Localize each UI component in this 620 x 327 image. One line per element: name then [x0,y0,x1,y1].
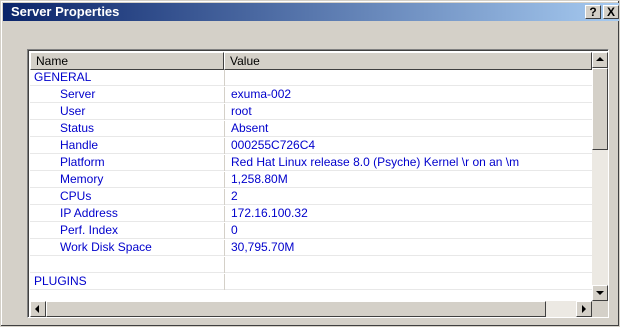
property-name: Server [60,87,96,101]
property-name: Perf. Index [60,223,119,237]
property-name: CPUs [60,189,92,203]
property-value: 30,795.70M [224,240,592,256]
window-title: Server Properties [11,4,120,19]
table-row[interactable]: Memory 1,258.80M [30,172,592,188]
table-row[interactable]: Work Disk Space 30,795.70M [30,240,592,256]
vertical-scrollbar[interactable] [592,52,608,301]
table-row[interactable] [30,257,592,273]
property-value: root [224,104,592,120]
property-name: IP Address [60,206,118,220]
vertical-scroll-thumb[interactable] [592,68,608,150]
close-button[interactable]: X [603,5,619,19]
scroll-up-button[interactable] [592,52,608,68]
scrollbar-corner [592,301,608,317]
property-name: Work Disk Space [60,240,152,254]
list-body: GENERAL Server exuma-002 User root Status Abse… [30,70,592,301]
table-row[interactable]: IP Address 172.16.100.32 [30,206,592,222]
server-properties-dialog: Server Properties ? X Name Value GENERAL… [0,0,620,327]
table-row[interactable]: CPUs 2 [30,189,592,205]
column-header-name[interactable]: Name [30,52,224,70]
horizontal-scroll-thumb[interactable] [46,301,546,317]
property-name: Platform [60,155,105,169]
horizontal-scrollbar[interactable] [30,301,592,317]
scroll-down-button[interactable] [592,285,608,301]
category-row[interactable]: PLUGINS [30,274,592,290]
arrow-left-icon [35,305,39,313]
table-row[interactable]: User root [30,104,592,120]
column-header-value[interactable]: Value [224,52,592,70]
property-name [30,257,254,273]
properties-list[interactable]: Name Value GENERAL Server exuma-002 User roo… [27,49,609,318]
property-name: Status [60,121,95,135]
list-header: Name Value [30,52,592,70]
arrow-down-icon [596,291,604,295]
property-value: 0 [224,223,592,239]
help-button[interactable]: ? [585,5,601,19]
table-row[interactable]: Platform Red Hat Linux release 8.0 (Psych… [30,155,592,171]
title-bar[interactable]: Server Properties ? X [3,3,619,21]
property-value [224,274,592,290]
property-value: exuma-002 [224,87,592,103]
property-name: User [60,104,86,118]
property-value: 172.16.100.32 [224,206,592,222]
property-name: Memory [60,172,104,186]
table-row[interactable]: Perf. Index 0 [30,223,592,239]
property-value: Red Hat Linux release 8.0 (Psyche) Kerne… [224,155,592,171]
arrow-up-icon [596,57,604,61]
property-name: Handle [60,138,99,152]
property-value: 1,258.80M [224,172,592,188]
category-row[interactable]: GENERAL [30,70,592,86]
arrow-right-icon [582,305,586,313]
property-value: 000255C726C4 [224,138,592,154]
property-value: 2 [224,189,592,205]
category-label: PLUGINS [34,274,87,288]
table-row[interactable]: Status Absent [30,121,592,137]
table-row[interactable]: Server exuma-002 [30,87,592,103]
scroll-right-button[interactable] [576,301,592,317]
table-row[interactable]: Handle 000255C726C4 [30,138,592,154]
category-label: GENERAL [34,70,92,84]
property-value: Absent [224,121,592,137]
property-value [224,70,592,86]
scroll-left-button[interactable] [30,301,46,317]
property-value [224,257,592,273]
